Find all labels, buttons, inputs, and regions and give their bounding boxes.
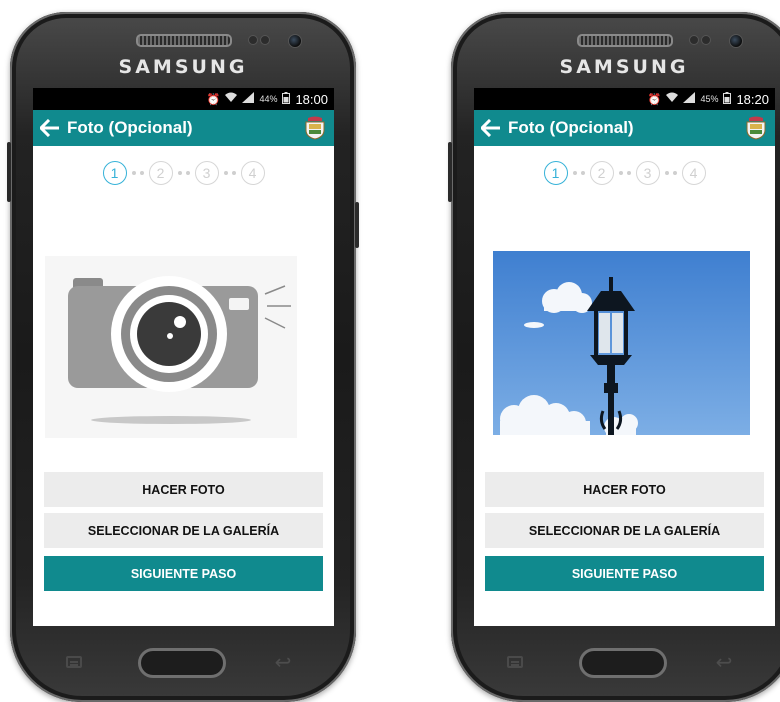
volume-button: [448, 142, 452, 202]
clock: 18:20: [736, 91, 769, 107]
crest-icon: [305, 116, 325, 140]
power-button: [355, 202, 359, 248]
step-4: 4: [681, 161, 706, 185]
front-camera: [729, 34, 743, 48]
home-button[interactable]: [138, 648, 226, 678]
battery-icon: [282, 91, 291, 107]
earpiece-speaker: [136, 34, 232, 47]
step-indicator: 1 2 3 4: [474, 146, 775, 200]
volume-button: [7, 142, 11, 202]
phone-left: SAMSUNG ⏰ 44% 18:00 Foto (Opcional) 1 2 …: [7, 12, 359, 702]
street-lamp-photo: [493, 251, 750, 443]
step-1: 1: [102, 161, 127, 185]
menu-key-icon[interactable]: [66, 656, 82, 668]
clock: 18:00: [295, 91, 328, 107]
back-key-icon[interactable]: ↩: [713, 652, 735, 674]
brand-logo: SAMSUNG: [118, 56, 248, 78]
select-gallery-button[interactable]: SELECCIONAR DE LA GALERÍA: [44, 513, 323, 548]
back-key-icon[interactable]: ↩: [272, 652, 294, 674]
step-indicator: 1 2 3 4: [33, 146, 334, 200]
step-separator: [219, 171, 241, 175]
step-separator: [660, 171, 682, 175]
crest-icon: [746, 116, 766, 140]
home-button[interactable]: [579, 648, 667, 678]
phone-right: SAMSUNG ⏰ 45% 18:20 Foto (Opcional) 1 2 …: [448, 12, 780, 702]
page-title: Foto (Opcional): [67, 118, 193, 137]
back-arrow-icon[interactable]: [474, 110, 508, 146]
proximity-sensor: [248, 35, 258, 45]
hardware-keys: ↩: [10, 628, 356, 702]
status-bar: ⏰ 45% 18:20: [474, 88, 775, 110]
step-2: 2: [148, 161, 173, 185]
wifi-icon: [225, 92, 238, 106]
light-sensor: [260, 35, 270, 45]
hardware-keys: ↩: [451, 628, 780, 702]
wifi-icon: [666, 92, 679, 106]
status-bar: ⏰ 44% 18:00: [33, 88, 334, 110]
take-photo-button[interactable]: HACER FOTO: [44, 472, 323, 507]
photo-preview[interactable]: [474, 239, 775, 443]
battery-icon: [723, 91, 732, 107]
signal-icon: [242, 92, 255, 106]
signal-icon: [683, 92, 696, 106]
alarm-icon: ⏰: [647, 93, 662, 106]
alarm-icon: ⏰: [206, 93, 221, 106]
step-3: 3: [194, 161, 219, 185]
step-4: 4: [240, 161, 265, 185]
menu-key-icon[interactable]: [507, 656, 523, 668]
step-separator: [568, 171, 590, 175]
battery-percent: 44%: [259, 94, 278, 104]
step-1: 1: [543, 161, 568, 185]
back-arrow-icon[interactable]: [33, 110, 67, 146]
screen: ⏰ 44% 18:00 Foto (Opcional) 1 2 3 4 HACE…: [33, 88, 334, 626]
brand-logo: SAMSUNG: [559, 56, 689, 78]
proximity-sensor: [689, 35, 699, 45]
app-bar: Foto (Opcional): [33, 110, 334, 146]
front-camera: [288, 34, 302, 48]
next-step-button[interactable]: SIGUIENTE PASO: [44, 556, 323, 591]
photo-preview[interactable]: [33, 250, 334, 445]
select-gallery-button[interactable]: SELECCIONAR DE LA GALERÍA: [485, 513, 764, 548]
step-separator: [127, 171, 149, 175]
step-3: 3: [635, 161, 660, 185]
step-separator: [614, 171, 636, 175]
page-title: Foto (Opcional): [508, 118, 634, 137]
next-step-button[interactable]: SIGUIENTE PASO: [485, 556, 764, 591]
take-photo-button[interactable]: HACER FOTO: [485, 472, 764, 507]
app-bar: Foto (Opcional): [474, 110, 775, 146]
step-2: 2: [589, 161, 614, 185]
step-separator: [173, 171, 195, 175]
earpiece-speaker: [577, 34, 673, 47]
light-sensor: [701, 35, 711, 45]
screen: ⏰ 45% 18:20 Foto (Opcional) 1 2 3 4 HACE…: [474, 88, 775, 626]
battery-percent: 45%: [700, 94, 719, 104]
camera-placeholder-icon: [45, 256, 297, 438]
